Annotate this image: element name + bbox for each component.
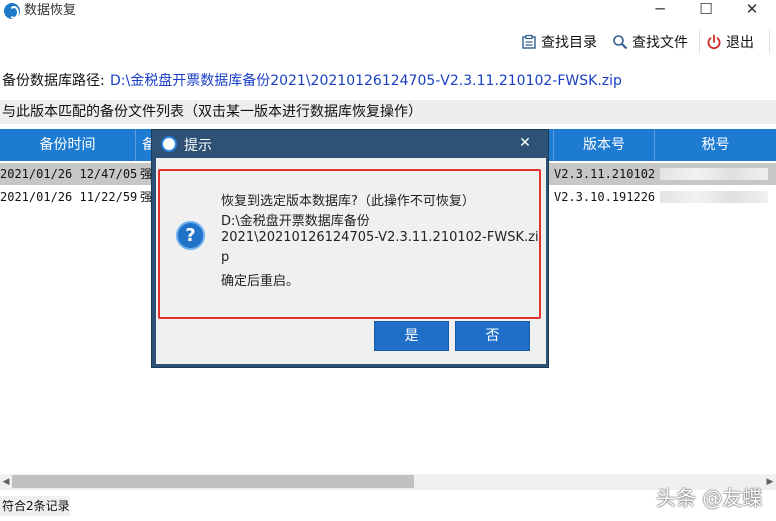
backup-path-value: D:\金税盘开票数据库备份2021\20210126124705-V2.3.11… xyxy=(110,73,622,89)
column-header-version[interactable]: 版本号 xyxy=(554,129,655,161)
backup-list-caption: 与此版本匹配的备份文件列表（双击某一版本进行数据库恢复操作） xyxy=(0,100,776,124)
find-file-label: 查找文件 xyxy=(632,35,688,51)
dialog-message-line: 确定后重启。 xyxy=(221,274,300,289)
find-directory-button[interactable]: 查找目录 xyxy=(521,32,597,52)
close-window-button[interactable]: ✕ xyxy=(729,0,775,22)
scrollbar-thumb[interactable] xyxy=(12,475,414,488)
dialog-message-line: 恢复到选定版本数据库?（此操作不可恢复） xyxy=(221,194,475,209)
app-logo-icon xyxy=(4,3,20,19)
dialog-title: 提示 xyxy=(184,138,212,154)
scroll-right-arrow-icon[interactable]: ▶ xyxy=(764,474,776,490)
column-header-tax-id[interactable]: 税号 xyxy=(655,129,776,161)
minimize-button[interactable]: ─ xyxy=(637,0,683,22)
question-icon: ? xyxy=(176,221,205,250)
dialog-message-line: D:\金税盘开票数据库备份 xyxy=(221,214,370,229)
find-file-button[interactable]: 查找文件 xyxy=(612,32,688,52)
dialog-app-icon xyxy=(161,136,177,152)
watermark: 头条 @友蝶 xyxy=(656,486,763,510)
no-button[interactable]: 否 xyxy=(455,321,530,351)
blurred-tax-id xyxy=(660,191,768,203)
confirm-dialog: 提示 ✕ ? 恢复到选定版本数据库?（此操作不可恢复） D:\金税盘开票数据库备… xyxy=(151,129,549,368)
maximize-button[interactable]: ☐ xyxy=(683,0,729,22)
scroll-left-arrow-icon[interactable]: ◀ xyxy=(0,474,12,490)
dialog-message-line: p xyxy=(221,250,230,265)
window-title: 数据恢复 xyxy=(24,3,77,18)
exit-button[interactable]: 退出 xyxy=(706,32,754,52)
folder-list-icon xyxy=(522,34,536,49)
power-icon xyxy=(707,34,721,49)
yes-button[interactable]: 是 xyxy=(374,321,449,351)
find-directory-label: 查找目录 xyxy=(541,35,597,51)
cell-backup-time: 2021/01/26 12/47/05 xyxy=(0,167,138,181)
toolbar-separator xyxy=(769,30,770,54)
exit-label: 退出 xyxy=(726,35,754,51)
record-count-status: 符合2条记录 xyxy=(0,496,70,516)
dialog-close-button[interactable]: ✕ xyxy=(510,135,540,153)
blurred-tax-id xyxy=(660,168,768,180)
cell-version: V2.3.11.210102 xyxy=(554,167,656,181)
cell-backup-time: 2021/01/26 11/22/59 xyxy=(0,190,138,204)
cell-version: V2.3.10.191226 xyxy=(554,190,656,204)
search-icon xyxy=(613,35,628,50)
dialog-body: ? 恢复到选定版本数据库?（此操作不可恢复） D:\金税盘开票数据库备份 202… xyxy=(156,158,546,364)
toolbar-separator xyxy=(699,30,700,54)
dialog-message-line: 2021\20210126124705-V2.3.11.210102-FWSK.… xyxy=(221,230,539,245)
column-header-backup-time[interactable]: 备份时间 xyxy=(0,129,136,161)
backup-path-label: 备份数据库路径: xyxy=(2,73,105,89)
